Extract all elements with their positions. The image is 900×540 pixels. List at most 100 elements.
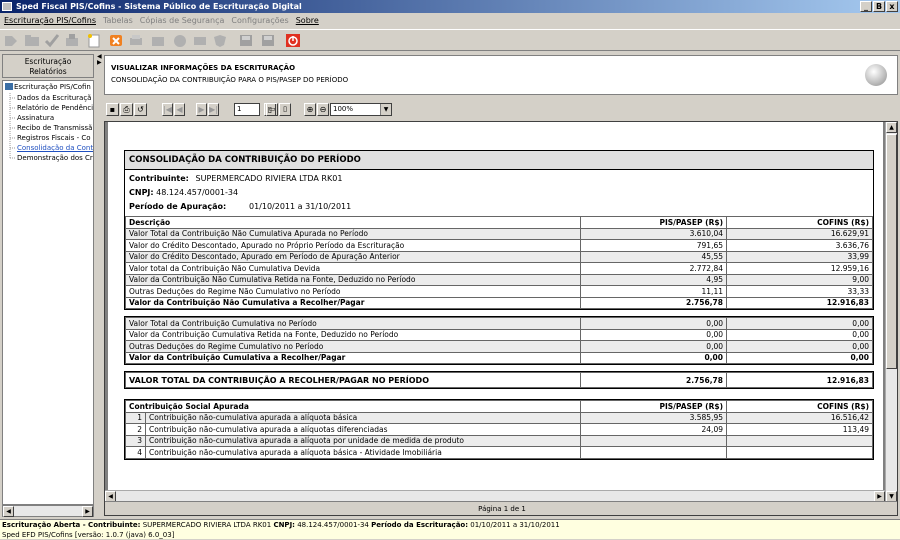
zoom-select[interactable]: 100% ▼ [330,103,392,116]
row-cofins: 12.916,83 [726,296,873,309]
row-index: 4 [125,446,146,459]
tree-item-demonstracao[interactable]: Demonstração dos Cré [17,153,93,163]
nav-horizontal-scrollbar[interactable]: ◀ ▶ [2,505,94,517]
report-viewer: CONSOLIDAÇÃO DA CONTRIBUIÇÃO DO PERÍODO … [104,121,898,516]
maximize-button[interactable]: B [873,1,885,12]
row-cofins: 0,00 [726,317,873,330]
row-pis [580,434,727,447]
noncumulative-table: Descrição PIS/PASEP (R$) COFINS (R$) Valor… [125,216,873,309]
scroll-left-icon[interactable]: ◀ [3,506,14,517]
zoom-out-icon[interactable]: ⊖ [317,103,329,116]
power-icon[interactable] [285,33,301,48]
header-section: CONSOLIDAÇÃO DA CONTRIBUIÇÃO DO PERÍODO … [124,150,874,310]
chevron-down-icon[interactable]: ▼ [380,104,391,115]
row-pis: 3.610,04 [580,227,727,240]
row-pis: 45,55 [580,250,727,263]
row-pis: 11,11 [580,285,727,298]
tree-item-registros[interactable]: Registros Fiscais - Co [17,133,91,143]
check-icon[interactable] [44,33,60,48]
page-number-input[interactable]: 1 [234,103,260,116]
social-table: Contribuição Social Apurada PIS/PASEP (R$… [125,400,873,459]
report-content: CONSOLIDAÇÃO DA CONTRIBUIÇÃO DO PERÍODO … [124,150,874,466]
save-as-icon[interactable] [260,33,276,48]
next-page-icon[interactable]: ▶ [196,103,207,116]
row-description: Valor da Contribuição Cumulativa Retida … [125,328,581,341]
view-header: VISUALIZAR INFORMAÇÕES DA ESCRITURAÇÃO C… [104,55,898,95]
row-description: Valor do Crédito Descontado, Apurado no … [125,239,581,252]
table-row: Valor da Contribuição Cumulativa Retida … [125,328,873,341]
menu-escrituracao[interactable]: Escrituração PIS/Cofins [4,16,96,25]
grand-total-cofins: 12.916,83 [726,372,873,388]
row-pis: 4,95 [580,273,727,286]
vertical-scrollbar[interactable]: ▲ ▼ [885,122,897,502]
toolbar [0,29,900,51]
fit-height-icon[interactable]: ▯ [279,103,291,116]
menu-copias[interactable]: Cópias de Segurança [140,16,225,25]
page-status: Página 1 de 1 [105,501,897,515]
prev-page-icon[interactable]: ◀ [174,103,185,116]
disc-icon [865,64,887,86]
first-page-icon[interactable]: |◀ [162,103,173,116]
report-save-icon[interactable]: ▪ [106,103,119,116]
tree-item-recibo[interactable]: Recibo de Transmissã [17,123,92,133]
row-cofins [726,434,873,447]
left-panel: Escrituração Relatórios Escrituração PIS… [0,52,96,518]
nav-title-line1: Escrituração [24,57,72,66]
last-page-icon[interactable]: ▶| [208,103,219,116]
grand-total-label: VALOR TOTAL DA CONTRIBUIÇÃO A RECOLHER/P… [125,372,581,388]
cnpj-value: 48.124.457/0001-34 [156,188,239,197]
row-description: Outras Deduções do Regime Cumulativo no … [125,340,581,353]
tools-icon[interactable] [150,33,166,48]
row-pis: 24,09 [580,423,727,436]
table-row: Outras Deduções do Regime Cumulativo no … [125,340,873,353]
total-row: Valor da Contribuição Não Cumulativa a R… [125,296,873,309]
report-print-icon[interactable]: ⎙ [120,103,133,116]
zoom-in-icon[interactable]: ⊕ [304,103,316,116]
refresh-icon[interactable]: ↺ [134,103,147,116]
open-folder-icon[interactable] [24,33,40,48]
row-pis: 0,00 [580,328,727,341]
sign-icon[interactable] [64,33,80,48]
tree-item-consolidacao[interactable]: Consolidação da Conti [17,143,93,153]
view-title: VISUALIZAR INFORMAÇÕES DA ESCRITURAÇÃO [111,64,296,72]
row-description: Valor Total da Contribuição Cumulativa n… [125,317,581,330]
tree-item-escrituracao[interactable]: Escrituração PIS/Cofin [5,82,91,92]
horizontal-scrollbar[interactable]: ◀ ▶ [105,490,885,502]
nav-title-line2: Relatórios [29,67,67,76]
minimize-button[interactable]: _ [860,1,872,12]
row-pis: 0,00 [580,317,727,330]
save-icon[interactable] [238,33,254,48]
table-row: Valor do Crédito Descontado, Apurado no … [125,239,873,252]
mail-icon[interactable] [192,33,208,48]
col-descricao: Descrição [125,216,581,229]
globe-icon[interactable] [172,33,188,48]
tree-item-assinatura[interactable]: Assinatura [17,113,54,123]
scroll-right-icon[interactable]: ▶ [82,506,93,517]
menu-sobre[interactable]: Sobre [296,16,319,25]
cnpj-label: CNPJ: [129,188,154,197]
tree-item-dados[interactable]: Dados da Escrituraçã [17,93,91,103]
contribuinte-value: SUPERMERCADO RIVIERA LTDA RK01 [195,174,343,183]
status-bar: Escrituração Aberta - Contribuinte: SUPE… [0,519,900,539]
fit-width-icon[interactable]: ▭ [266,103,278,116]
new-icon[interactable] [3,33,19,48]
row-description: Valor da Contribuição Não Cumulativa a R… [125,296,581,309]
print-icon[interactable] [128,33,144,48]
new-document-icon[interactable] [86,33,102,48]
scroll-thumb[interactable] [886,134,897,369]
row-cofins: 12.959,16 [726,262,873,275]
menu-tabelas[interactable]: Tabelas [103,16,133,25]
status-line-1: Escrituração Aberta - Contribuinte: SUPE… [2,521,560,529]
delete-icon[interactable] [108,33,124,48]
table-row: Valor total da Contribuição Não Cumulati… [125,262,873,275]
close-button[interactable]: x [886,1,898,12]
shield-icon[interactable] [212,33,228,48]
app-icon [2,2,12,11]
scroll-up-icon[interactable]: ▲ [886,122,897,133]
menu-configuracoes[interactable]: Configurações [231,16,288,25]
tree-item-pendencias[interactable]: Relatório de Pendência [17,103,93,113]
table-row: Valor do Crédito Descontado, Apurado em … [125,250,873,263]
zoom-value: 100% [333,105,354,113]
collapse-arrows-icon[interactable]: ◀ ▶ [97,54,102,66]
main-panel: VISUALIZAR INFORMAÇÕES DA ESCRITURAÇÃO C… [102,52,900,518]
